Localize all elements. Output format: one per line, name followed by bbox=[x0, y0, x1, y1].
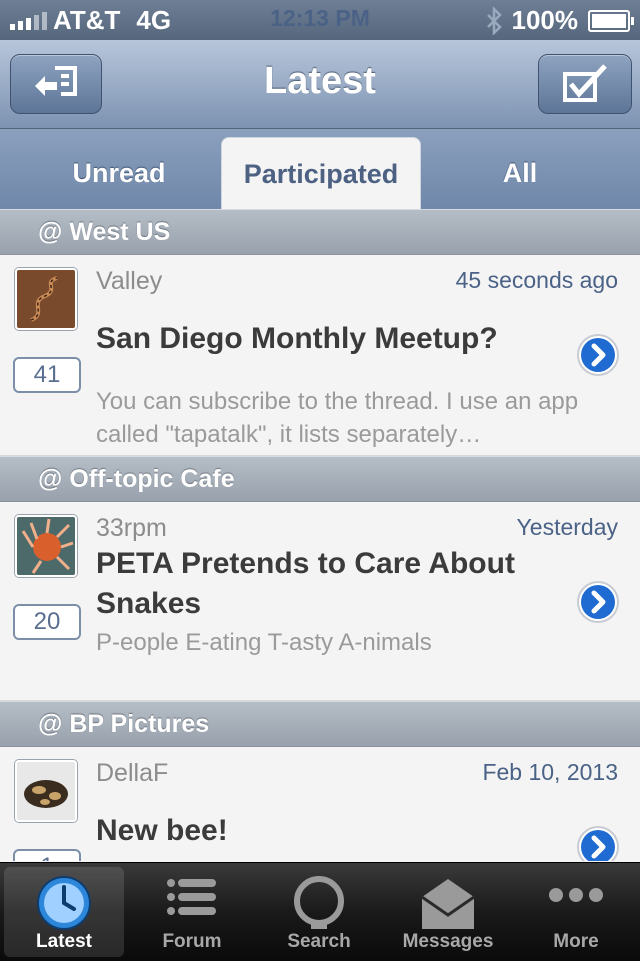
navigation-bar: Latest bbox=[0, 40, 640, 129]
tabbar-messages[interactable]: Messages bbox=[388, 867, 508, 957]
reply-count: 20 bbox=[13, 604, 81, 640]
search-icon bbox=[294, 876, 344, 929]
reply-count: 1 bbox=[13, 849, 81, 861]
thread-title: New bee! bbox=[96, 814, 228, 847]
tabbar-latest[interactable]: Latest bbox=[4, 867, 124, 957]
tab-bar: Latest Forum Search Messages More bbox=[0, 862, 640, 961]
thread-time: Feb 10, 2013 bbox=[482, 759, 618, 785]
more-dots-icon bbox=[549, 888, 603, 902]
mark-read-checkbox-icon bbox=[563, 64, 607, 102]
thread-row[interactable]: 20 33rpm Yesterday PETA Pretends to Care… bbox=[0, 502, 640, 701]
thread-title: PETA Pretends to Care About Snakes bbox=[96, 547, 515, 620]
thread-row[interactable]: 41 Valley 45 seconds ago San Diego Month… bbox=[0, 255, 640, 456]
thread-title: San Diego Monthly Meetup? bbox=[96, 322, 498, 355]
battery-icon bbox=[588, 9, 634, 32]
bluetooth-icon bbox=[486, 6, 502, 35]
clock-icon bbox=[37, 876, 91, 930]
thread-list[interactable]: @ West US 41 Valley 45 seconds ago San D… bbox=[0, 209, 640, 861]
tab-participated[interactable]: Participated bbox=[221, 137, 421, 210]
tabbar-more[interactable]: More bbox=[516, 867, 636, 957]
thread-time: 45 seconds ago bbox=[455, 267, 618, 293]
ball-python-avatar bbox=[15, 760, 77, 822]
disclosure-arrow-icon[interactable] bbox=[576, 580, 620, 624]
battery-label: 100% bbox=[511, 5, 579, 35]
thread-preview: You can subscribe to the thread. I use a… bbox=[96, 388, 579, 448]
envelope-icon bbox=[421, 879, 475, 929]
filter-tabs: Unread Participated All bbox=[0, 129, 640, 210]
thread-time: Yesterday bbox=[516, 514, 618, 540]
tabbar-label: More bbox=[553, 931, 599, 952]
tab-unread[interactable]: Unread bbox=[20, 137, 218, 209]
section-header-off-topic-cafe: @ Off-topic Cafe bbox=[0, 456, 640, 502]
tabbar-label: Latest bbox=[36, 931, 92, 952]
snake-avatar bbox=[15, 268, 77, 330]
thread-preview: P-eople E-ating T-asty A-nimals bbox=[96, 629, 432, 656]
list-icon bbox=[167, 879, 216, 915]
tabbar-label: Search bbox=[287, 931, 351, 952]
disclosure-arrow-icon[interactable] bbox=[576, 825, 620, 861]
reply-count: 41 bbox=[13, 357, 81, 393]
tabbar-forum[interactable]: Forum bbox=[132, 867, 252, 957]
status-right: 100% bbox=[486, 5, 634, 36]
thread-author: Valley bbox=[96, 267, 163, 295]
mark-read-button[interactable] bbox=[538, 54, 632, 114]
thread-row[interactable]: 1 DellaF Feb 10, 2013 New bee! bbox=[0, 747, 640, 861]
thread-author: 33rpm bbox=[96, 514, 167, 542]
tabbar-label: Messages bbox=[402, 931, 494, 952]
thread-author: DellaF bbox=[96, 759, 169, 787]
disclosure-arrow-icon[interactable] bbox=[576, 333, 620, 377]
lionfish-avatar bbox=[15, 515, 77, 577]
tab-all[interactable]: All bbox=[421, 137, 619, 209]
tabbar-label: Forum bbox=[162, 931, 222, 952]
section-header-west-us: @ West US bbox=[0, 209, 640, 255]
section-header-bp-pictures: @ BP Pictures bbox=[0, 701, 640, 747]
tabbar-search[interactable]: Search bbox=[259, 867, 379, 957]
status-bar: AT&T 4G 12:13 PM 100% bbox=[0, 0, 640, 40]
